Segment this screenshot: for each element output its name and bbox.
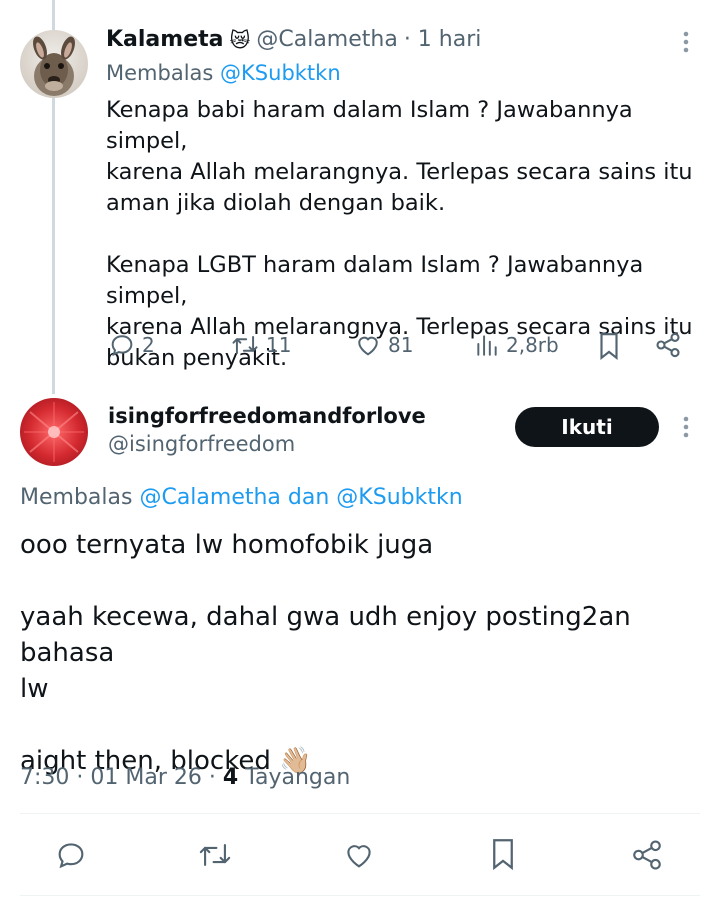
main-post-body: ooo ternyata lw homofobik juga yaah kece… — [20, 527, 710, 779]
main-like-button[interactable] — [342, 838, 376, 872]
views-icon — [474, 331, 500, 359]
main-line: ooo ternyata lw homofobik juga — [20, 530, 434, 560]
crying-cat-emoji: 😿 — [229, 27, 251, 52]
main-replying-to: Membalas @Calametha dan @KSubktkn — [20, 485, 463, 510]
reply-line: Kenapa LGBT haram dalam Islam ? Jawabann… — [106, 252, 644, 309]
reply-reply-button[interactable]: 2 — [108, 331, 155, 359]
post-timestamp[interactable]: 7:30 · 01 Mar 26 · — [20, 765, 216, 790]
main-mention-and[interactable]: dan — [288, 485, 329, 510]
main-author-handle[interactable]: @isingforfreedom — [108, 432, 295, 456]
main-bookmark-button[interactable] — [488, 836, 518, 872]
bookmark-icon — [488, 836, 518, 872]
main-line: yaah kecewa, dahal gwa udh enjoy posting… — [20, 602, 631, 668]
reply-header: Kalameta 😿 @Calametha · 1 hari — [106, 27, 481, 52]
main-line: lw — [20, 674, 49, 704]
thread-line-top — [52, 0, 55, 30]
main-mention-calametha[interactable]: @Calametha — [139, 485, 280, 510]
reply-line: aman jika diolah dengan baik. — [106, 190, 446, 216]
views-count: 2,8rb — [506, 333, 559, 357]
reply-share-button[interactable] — [654, 331, 682, 359]
like-count: 81 — [388, 333, 414, 357]
reply-repost-button[interactable]: 11 — [230, 331, 291, 359]
main-mention-ksubktkn[interactable]: @KSubktkn — [336, 485, 462, 510]
reply-author-avatar[interactable] — [20, 30, 88, 98]
reply-icon — [54, 838, 88, 872]
main-replying-prefix: Membalas — [20, 485, 133, 510]
reply-views-button[interactable]: 2,8rb — [474, 331, 559, 359]
views-number: 4 — [222, 765, 239, 790]
main-share-button[interactable] — [630, 838, 664, 872]
divider-top — [20, 813, 700, 814]
reply-time-ago[interactable]: · 1 hari — [404, 27, 482, 52]
heart-icon — [342, 838, 376, 872]
reply-like-button[interactable]: 81 — [354, 331, 413, 359]
reply-author-handle[interactable]: @Calametha — [256, 27, 397, 52]
replying-mention[interactable]: @KSubktkn — [220, 61, 341, 85]
reply-author-name[interactable]: Kalameta — [106, 27, 224, 52]
main-repost-button[interactable] — [196, 838, 234, 872]
repost-icon — [230, 331, 260, 359]
replying-prefix: Membalas — [106, 61, 214, 85]
views-label: Tayangan — [245, 765, 351, 790]
main-more-icon[interactable] — [676, 413, 696, 446]
reply-bookmark-button[interactable] — [596, 331, 622, 361]
reply-icon — [108, 331, 136, 359]
repost-icon — [196, 838, 234, 872]
follow-button[interactable]: Ikuti — [515, 407, 659, 447]
thread-connector-line — [52, 98, 55, 394]
reply-line: karena Allah melarangnya. Terlepas secar… — [106, 159, 693, 185]
main-reply-button[interactable] — [54, 838, 88, 872]
reply-replying-to: Membalas @KSubktkn — [106, 61, 341, 85]
main-author-name[interactable]: isingforfreedomandforlove — [108, 404, 426, 428]
main-author-avatar[interactable] — [20, 398, 88, 466]
repost-count: 11 — [266, 333, 292, 357]
divider-bottom — [20, 895, 700, 896]
bookmark-icon — [596, 331, 622, 361]
reply-more-icon[interactable] — [676, 28, 696, 61]
share-icon — [654, 331, 682, 359]
heart-icon — [354, 331, 382, 359]
share-icon — [630, 838, 664, 872]
main-post-meta: 7:30 · 01 Mar 26 · 4 Tayangan — [20, 765, 350, 790]
reply-count: 2 — [142, 333, 155, 357]
reply-line: Kenapa babi haram dalam Islam ? Jawabann… — [106, 97, 633, 154]
